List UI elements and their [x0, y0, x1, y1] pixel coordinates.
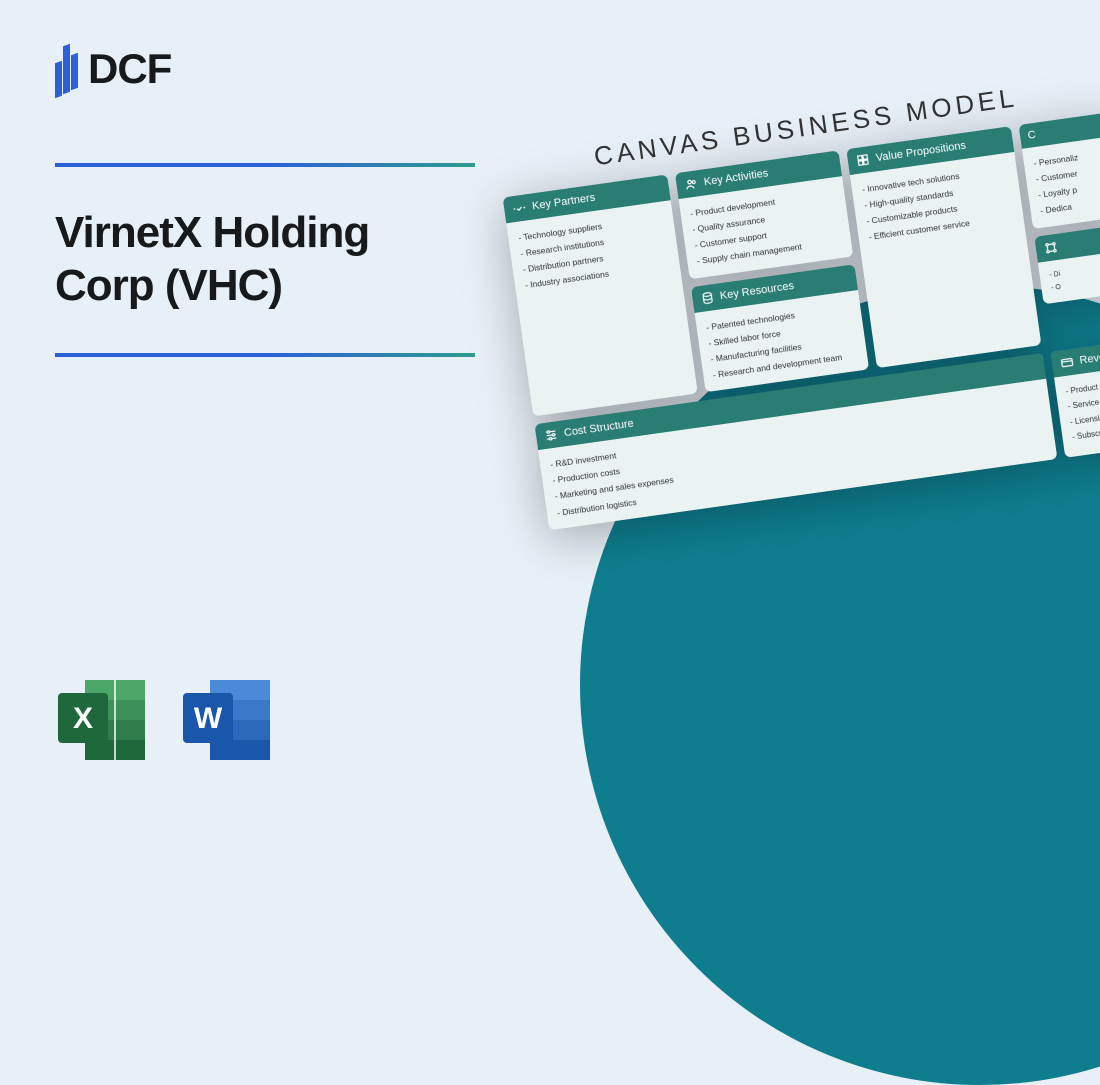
card-key-resources: Key Resources - Patented technologies - … — [690, 264, 869, 393]
card-channels-partial: - Di - O — [1034, 223, 1100, 305]
divider-top — [55, 163, 475, 167]
page-title: VirnetX Holding Corp (VHC) — [55, 207, 475, 313]
left-panel: DCF VirnetX Holding Corp (VHC) — [55, 45, 475, 357]
card-label: Key Resources — [719, 280, 795, 302]
middle-column: Key Activities - Product development - Q… — [675, 150, 870, 392]
network-icon — [1043, 239, 1059, 255]
sliders-icon — [543, 427, 559, 443]
file-format-icons: X W — [55, 675, 275, 765]
svg-text:W: W — [194, 702, 223, 735]
brand-logo: DCF — [55, 45, 475, 93]
svg-text:X: X — [73, 702, 93, 735]
card-icon — [1059, 355, 1075, 371]
card-key-partners: Key Partners - Technology suppliers - Re… — [503, 175, 698, 417]
card-revenue-streams: Revenue S - Product sales - Service cont… — [1050, 338, 1100, 457]
excel-icon: X — [55, 675, 150, 765]
database-icon — [699, 290, 715, 306]
card-key-activities: Key Activities - Product development - Q… — [675, 150, 854, 279]
divider-bottom — [55, 353, 475, 357]
card-customer-relationships: C - Personaliz - Customer - Loyalty p - … — [1018, 111, 1100, 228]
card-label: Key Partners — [531, 192, 596, 213]
brand-name: DCF — [88, 45, 171, 93]
people-icon — [683, 176, 699, 192]
card-value-propositions: Value Propositions - Innovative tech sol… — [846, 126, 1041, 368]
title-line-2: Corp (VHC) — [55, 261, 282, 310]
card-label: Revenue S — [1079, 347, 1100, 366]
card-label: Key Activities — [703, 167, 769, 188]
card-label: C — [1027, 129, 1037, 142]
card-label: Cost Structure — [563, 418, 634, 440]
logo-icon — [55, 45, 78, 93]
title-line-1: VirnetX Holding — [55, 208, 369, 257]
canvas-board: CANVAS BUSINESS MODEL Key Partners - Tec… — [497, 69, 1100, 530]
grid-icon — [855, 152, 871, 168]
word-icon: W — [180, 675, 275, 765]
handshake-icon — [511, 200, 527, 216]
